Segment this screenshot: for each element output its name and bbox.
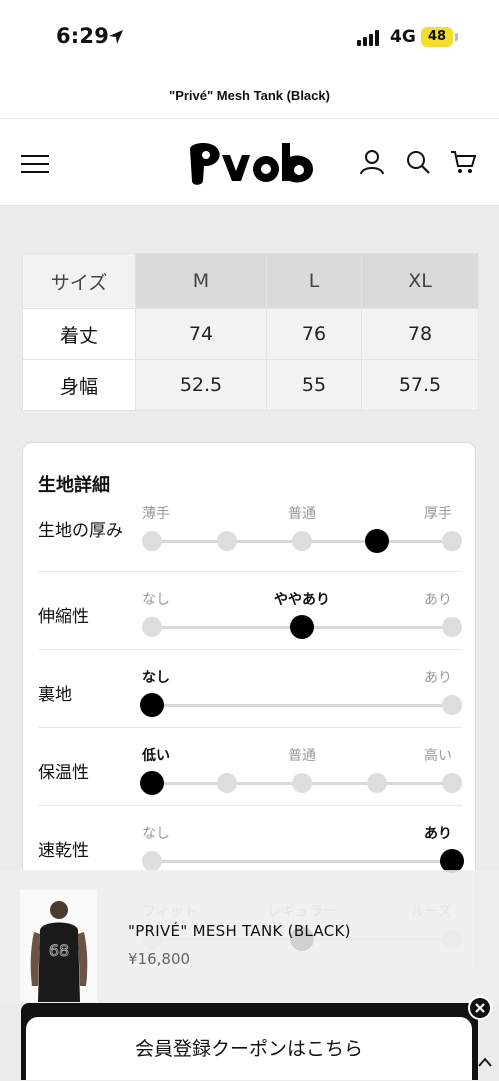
menu-icon[interactable] bbox=[21, 155, 49, 173]
page-title-bar: "Privé" Mesh Tank (Black) bbox=[0, 78, 499, 118]
scale-label-right: あり bbox=[424, 592, 452, 608]
scale-dot bbox=[292, 773, 312, 793]
scale-dot bbox=[442, 531, 462, 551]
table-cell: 55 bbox=[266, 359, 362, 411]
fabric-row-label: 伸縮性 bbox=[38, 607, 89, 627]
battery-cap bbox=[455, 33, 458, 41]
cart-icon[interactable] bbox=[450, 149, 476, 175]
status-time: 6:29 bbox=[56, 24, 110, 48]
scale-dot bbox=[217, 531, 237, 551]
page-title: "Privé" Mesh Tank (Black) bbox=[169, 88, 330, 103]
coupon-banner-button[interactable]: 会員登録クーポンはこちら bbox=[26, 1017, 472, 1080]
site-header bbox=[0, 118, 499, 206]
scale-label-left: なし bbox=[142, 670, 170, 686]
close-icon[interactable] bbox=[468, 996, 492, 1020]
table-cell: 78 bbox=[361, 308, 479, 360]
scale-label-right: あり bbox=[424, 826, 452, 842]
sticky-product-bar[interactable]: 68 "PRIVÉ" MESH TANK (BLACK) ¥16,800 bbox=[0, 870, 499, 1005]
scale-dot bbox=[442, 617, 462, 637]
scale-label-right: 厚手 bbox=[424, 506, 452, 522]
chevron-up-icon[interactable] bbox=[477, 1055, 493, 1069]
location-arrow-icon bbox=[109, 30, 123, 44]
size-header-l: L bbox=[266, 253, 362, 309]
table-cell: 57.5 bbox=[361, 359, 479, 411]
table-cell: 76 bbox=[266, 308, 362, 360]
fabric-row-label: 裏地 bbox=[38, 685, 72, 705]
scale-dot-selected bbox=[365, 529, 389, 553]
fabric-row-label: 保温性 bbox=[38, 763, 89, 783]
scale-label-left: なし bbox=[142, 826, 170, 842]
search-icon[interactable] bbox=[405, 149, 431, 175]
network-type: 4G bbox=[390, 27, 416, 47]
scale-dot bbox=[142, 851, 162, 871]
jersey-number: 68 bbox=[49, 941, 69, 960]
scale-dot-selected bbox=[290, 615, 314, 639]
scale-track bbox=[152, 860, 452, 863]
fabric-row: 保温性 低い 普通 高い bbox=[38, 727, 462, 806]
fabric-row: 裏地 なし あり bbox=[38, 649, 462, 728]
status-bar: 6:29 4G 48 bbox=[0, 0, 499, 78]
size-header-label: サイズ bbox=[22, 253, 136, 309]
scale-label-left: 低い bbox=[142, 748, 170, 764]
size-header-m: M bbox=[135, 253, 267, 309]
fabric-row-label: 速乾性 bbox=[38, 841, 89, 861]
size-table: サイズ M L XL 着丈 74 76 78 身幅 52.5 55 57.5 bbox=[22, 253, 479, 411]
sticky-product-price: ¥16,800 bbox=[128, 950, 191, 968]
signal-icon bbox=[357, 30, 383, 46]
scale-track bbox=[152, 704, 452, 707]
table-row: 着丈 74 76 78 bbox=[22, 308, 479, 360]
account-icon[interactable] bbox=[359, 149, 385, 175]
scale-dot bbox=[217, 773, 237, 793]
brand-logo[interactable] bbox=[186, 141, 316, 187]
scale-dot bbox=[442, 773, 462, 793]
scale-dot-selected bbox=[140, 693, 164, 717]
scale-dot bbox=[367, 773, 387, 793]
row-label: 着丈 bbox=[22, 308, 136, 360]
scale-label-left: 薄手 bbox=[142, 506, 170, 522]
table-row: 身幅 52.5 55 57.5 bbox=[22, 359, 479, 411]
scale-label-middle: 普通 bbox=[288, 748, 316, 764]
size-header-xl: XL bbox=[361, 253, 479, 309]
scale-label-middle: 普通 bbox=[288, 506, 316, 522]
product-thumbnail[interactable]: 68 bbox=[20, 890, 97, 1002]
row-label: 身幅 bbox=[22, 359, 136, 411]
fabric-row: 生地の厚み 薄手 普通 厚手 bbox=[38, 493, 462, 572]
product-image: 68 bbox=[20, 890, 97, 1002]
scale-dot bbox=[292, 531, 312, 551]
size-table-header-row: サイズ M L XL bbox=[22, 253, 479, 309]
table-cell: 52.5 bbox=[135, 359, 267, 411]
scale-label-left: なし bbox=[142, 592, 170, 608]
scale-dot bbox=[142, 531, 162, 551]
scale-label-middle: ややあり bbox=[274, 592, 330, 608]
fabric-row-label: 生地の厚み bbox=[38, 521, 123, 541]
sticky-product-name: "PRIVÉ" MESH TANK (BLACK) bbox=[128, 922, 351, 940]
scale-dot bbox=[442, 695, 462, 715]
scale-label-right: 高い bbox=[424, 748, 452, 764]
battery-icon: 48 bbox=[421, 27, 453, 47]
scale-dot-selected bbox=[140, 771, 164, 795]
scale-label-right: あり bbox=[424, 670, 452, 686]
scale-dot bbox=[142, 617, 162, 637]
fabric-row: 伸縮性 なし ややあり あり bbox=[38, 571, 462, 650]
table-cell: 74 bbox=[135, 308, 267, 360]
